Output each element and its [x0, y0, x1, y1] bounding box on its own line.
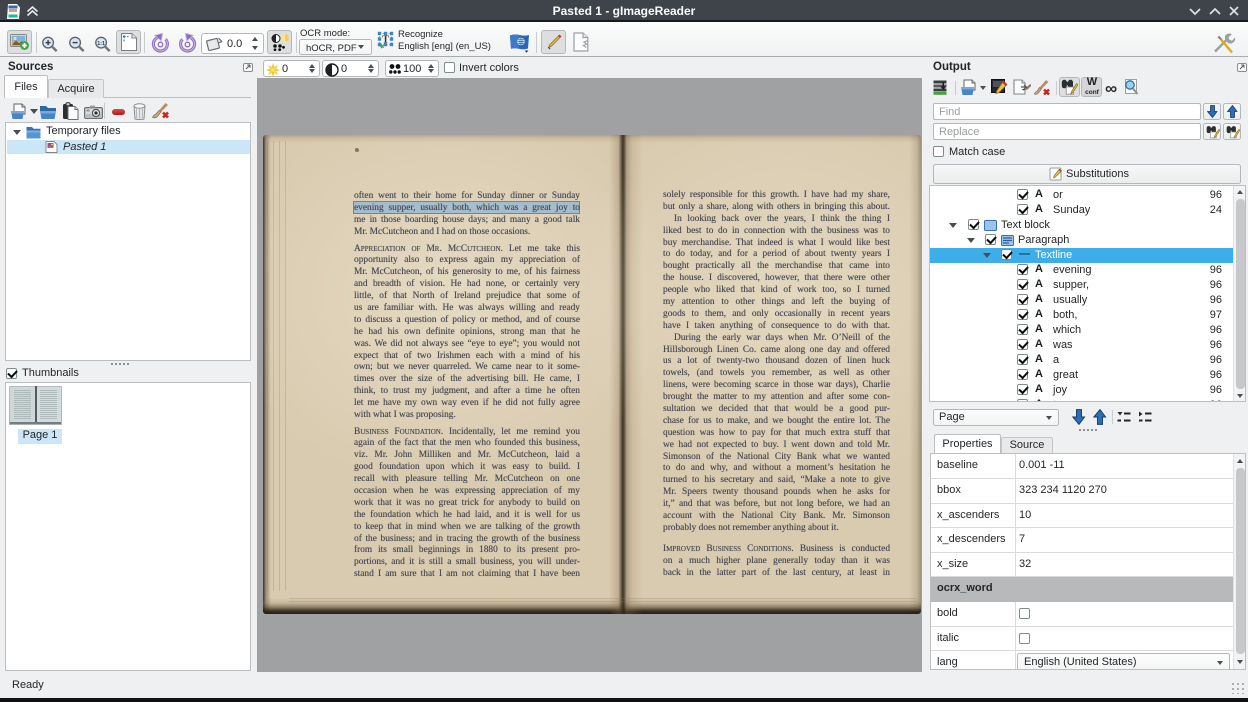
svg-text:T: T	[382, 35, 389, 46]
svg-text:1:1: 1:1	[97, 41, 105, 47]
